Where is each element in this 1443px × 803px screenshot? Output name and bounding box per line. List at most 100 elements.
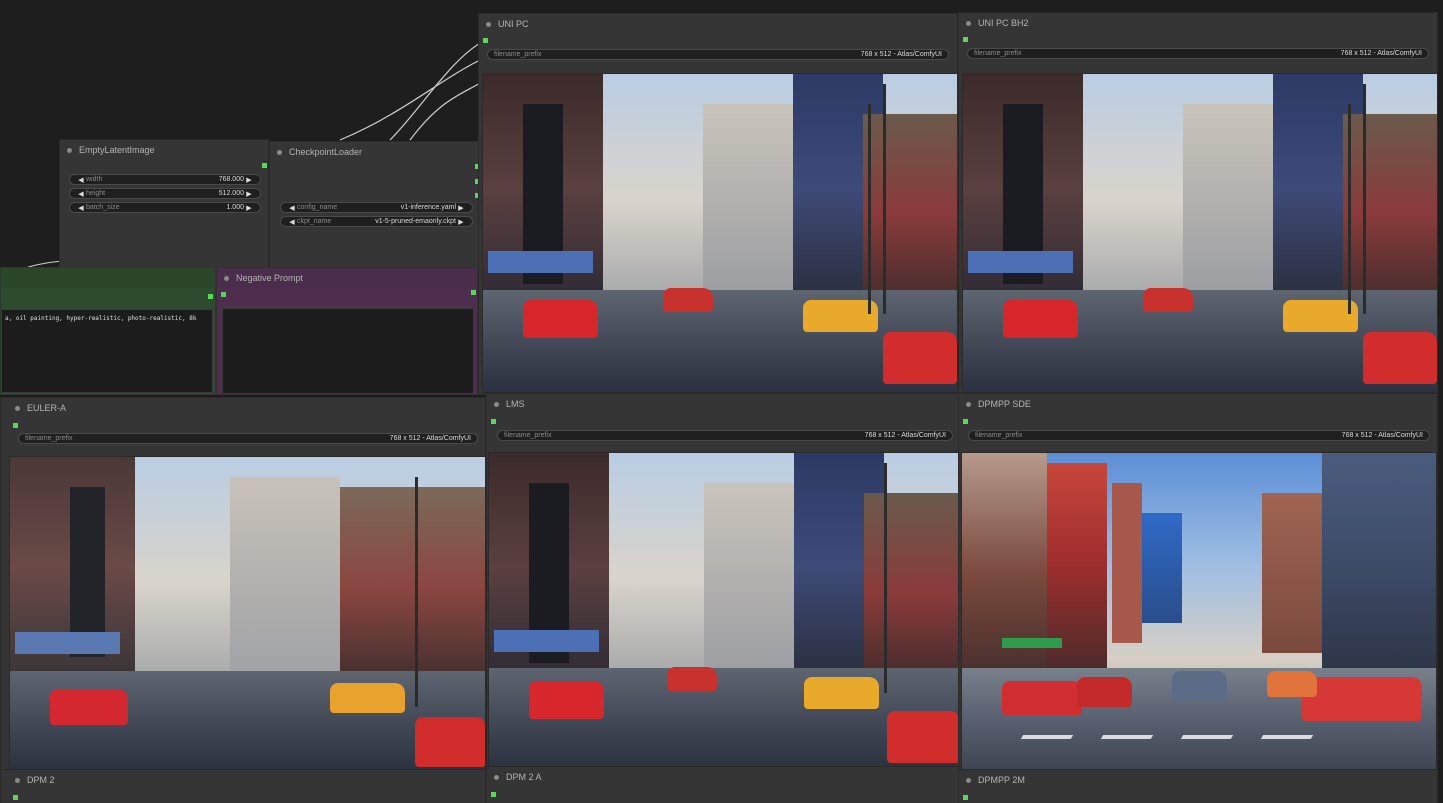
negative-prompt-textarea[interactable] xyxy=(222,308,474,394)
generated-image-preview[interactable] xyxy=(482,73,957,393)
collapse-dot-icon[interactable] xyxy=(67,147,72,153)
euler-a-save-node[interactable]: EULER-A filename_prefix 768 x 512 - Atla… xyxy=(0,397,486,771)
ckpt-name-widget[interactable]: ◀ ckpt_name v1-5-pruned-emaonly.ckpt ▶ xyxy=(280,216,473,227)
dpm2a-save-node[interactable]: DPM 2 A xyxy=(486,766,960,803)
decrement-arrow-icon[interactable]: ◀ xyxy=(76,176,86,184)
node-title: UNI PC xyxy=(498,19,529,29)
node-title: LMS xyxy=(506,399,525,409)
widget-value: 768 x 512 - Atlas/ComfyUI xyxy=(389,435,471,442)
filename-prefix-widget[interactable]: filename_prefix 768 x 512 - Atlas/ComfyU… xyxy=(968,430,1430,441)
increment-arrow-icon[interactable]: ▶ xyxy=(456,218,466,226)
filename-prefix-widget[interactable]: filename_prefix 768 x 512 - Atlas/ComfyU… xyxy=(497,430,953,441)
dpmpp-sde-save-node[interactable]: DPMPP SDE filename_prefix 768 x 512 - At… xyxy=(958,393,1438,771)
node-title-bar[interactable]: UNI PC BH2 xyxy=(959,13,1437,33)
widget-name: width xyxy=(86,176,103,183)
conditioning-output-slot[interactable] xyxy=(471,290,476,295)
images-input-slot[interactable] xyxy=(963,37,968,42)
node-title-bar[interactable]: CheckpointLoader xyxy=(270,142,480,162)
node-title-bar[interactable]: Negative Prompt xyxy=(217,268,477,288)
images-input-slot[interactable] xyxy=(13,795,18,800)
node-title: UNI PC BH2 xyxy=(978,18,1029,28)
widget-name: config_name xyxy=(297,204,338,211)
collapse-dot-icon[interactable] xyxy=(494,401,499,407)
collapse-dot-icon[interactable] xyxy=(494,774,499,780)
latent-output-slot[interactable] xyxy=(262,163,267,168)
negative-prompt-node[interactable]: Negative Prompt xyxy=(216,267,478,395)
increment-arrow-icon[interactable]: ▶ xyxy=(456,204,466,212)
node-title-bar[interactable]: UNI PC xyxy=(479,14,957,34)
clip-input-slot[interactable] xyxy=(221,292,226,297)
node-title: EULER-A xyxy=(27,403,67,413)
collapse-dot-icon[interactable] xyxy=(277,149,282,155)
collapse-dot-icon[interactable] xyxy=(15,777,20,783)
generated-image-preview[interactable] xyxy=(962,73,1437,393)
increment-arrow-icon[interactable]: ▶ xyxy=(244,190,254,198)
node-title: CheckpointLoader xyxy=(289,147,363,157)
node-title-bar[interactable]: EULER-A xyxy=(1,398,485,418)
images-input-slot[interactable] xyxy=(13,423,18,428)
widget-value: v1-5-pruned-emaonly.ckpt xyxy=(375,218,456,225)
increment-arrow-icon[interactable]: ▶ xyxy=(244,176,254,184)
images-input-slot[interactable] xyxy=(963,795,968,800)
decrement-arrow-icon[interactable]: ◀ xyxy=(287,204,297,212)
widget-name: filename_prefix xyxy=(974,50,1022,57)
generated-image-preview[interactable] xyxy=(961,452,1437,770)
collapse-dot-icon[interactable] xyxy=(224,275,229,281)
uni-pc-save-node[interactable]: UNI PC filename_prefix 768 x 512 - Atlas… xyxy=(478,13,958,395)
collapse-dot-icon[interactable] xyxy=(966,20,971,26)
collapse-dot-icon[interactable] xyxy=(966,777,971,783)
widget-name: ckpt_name xyxy=(297,218,332,225)
widget-name: filename_prefix xyxy=(975,432,1023,439)
dpm2-save-node[interactable]: DPM 2 xyxy=(0,769,486,803)
images-input-slot[interactable] xyxy=(963,419,968,424)
widget-value: 768.000 xyxy=(218,176,244,183)
widget-value: 1.000 xyxy=(226,204,244,211)
widget-value: 512.000 xyxy=(218,190,244,197)
height-widget[interactable]: ◀ height 512.000 ▶ xyxy=(69,188,261,199)
empty-latent-image-node[interactable]: EmptyLatentImage ◀ width 768.000 ▶ ◀ hei… xyxy=(59,139,269,270)
images-input-slot[interactable] xyxy=(491,792,496,797)
filename-prefix-widget[interactable]: filename_prefix 768 x 512 - Atlas/ComfyU… xyxy=(18,433,478,444)
increment-arrow-icon[interactable]: ▶ xyxy=(244,204,254,212)
batch-size-widget[interactable]: ◀ batch_size 1.000 ▶ xyxy=(69,202,261,213)
images-input-slot[interactable] xyxy=(483,38,488,43)
conditioning-output-slot[interactable] xyxy=(208,294,213,299)
node-title-bar[interactable]: LMS xyxy=(487,394,959,414)
widget-name: batch_size xyxy=(86,204,120,211)
node-title: EmptyLatentImage xyxy=(79,145,155,155)
positive-prompt-textarea[interactable]: a, oil painting, hyper-realistic, photo-… xyxy=(1,309,213,393)
node-title: DPM 2 xyxy=(27,775,55,785)
node-title-bar[interactable]: DPM 2 xyxy=(1,770,485,790)
decrement-arrow-icon[interactable]: ◀ xyxy=(76,190,86,198)
graph-canvas[interactable]: EmptyLatentImage ◀ width 768.000 ▶ ◀ hei… xyxy=(0,0,1443,803)
positive-prompt-node[interactable]: a, oil painting, hyper-realistic, photo-… xyxy=(0,267,216,395)
widget-name: filename_prefix xyxy=(504,432,552,439)
widget-name: filename_prefix xyxy=(494,51,542,58)
node-title-bar[interactable]: EmptyLatentImage xyxy=(60,140,268,160)
generated-image-preview[interactable] xyxy=(488,452,959,770)
width-widget[interactable]: ◀ width 768.000 ▶ xyxy=(69,174,261,185)
widget-value: 768 x 512 - Atlas/ComfyUI xyxy=(860,51,942,58)
collapse-dot-icon[interactable] xyxy=(966,401,971,407)
uni-pc-bh2-save-node[interactable]: UNI PC BH2 filename_prefix 768 x 512 - A… xyxy=(958,12,1438,395)
decrement-arrow-icon[interactable]: ◀ xyxy=(287,218,297,226)
node-title: DPMPP SDE xyxy=(978,399,1031,409)
images-input-slot[interactable] xyxy=(491,419,496,424)
widget-value: 768 x 512 - Atlas/ComfyUI xyxy=(1341,432,1423,439)
widget-name: height xyxy=(86,190,106,197)
checkpoint-loader-node[interactable]: CheckpointLoader ◀ config_name v1-infere… xyxy=(269,141,481,273)
node-title-bar[interactable]: DPMPP 2M xyxy=(959,770,1437,790)
dpmpp-2m-save-node[interactable]: DPMPP 2M xyxy=(958,769,1438,803)
node-title-bar[interactable]: DPMPP SDE xyxy=(959,394,1437,414)
decrement-arrow-icon[interactable]: ◀ xyxy=(76,204,86,212)
config-name-widget[interactable]: ◀ config_name v1-inference.yaml ▶ xyxy=(280,202,473,213)
filename-prefix-widget[interactable]: filename_prefix 768 x 512 - Atlas/ComfyU… xyxy=(487,49,949,60)
node-title-bar[interactable]: DPM 2 A xyxy=(487,767,959,787)
node-title: DPM 2 A xyxy=(506,772,542,782)
widget-value: 768 x 512 - Atlas/ComfyUI xyxy=(864,432,946,439)
filename-prefix-widget[interactable]: filename_prefix 768 x 512 - Atlas/ComfyU… xyxy=(967,48,1429,59)
collapse-dot-icon[interactable] xyxy=(486,21,491,27)
lms-save-node[interactable]: LMS filename_prefix 768 x 512 - Atlas/Co… xyxy=(486,393,960,771)
collapse-dot-icon[interactable] xyxy=(15,405,20,411)
generated-image-preview[interactable] xyxy=(9,456,485,770)
